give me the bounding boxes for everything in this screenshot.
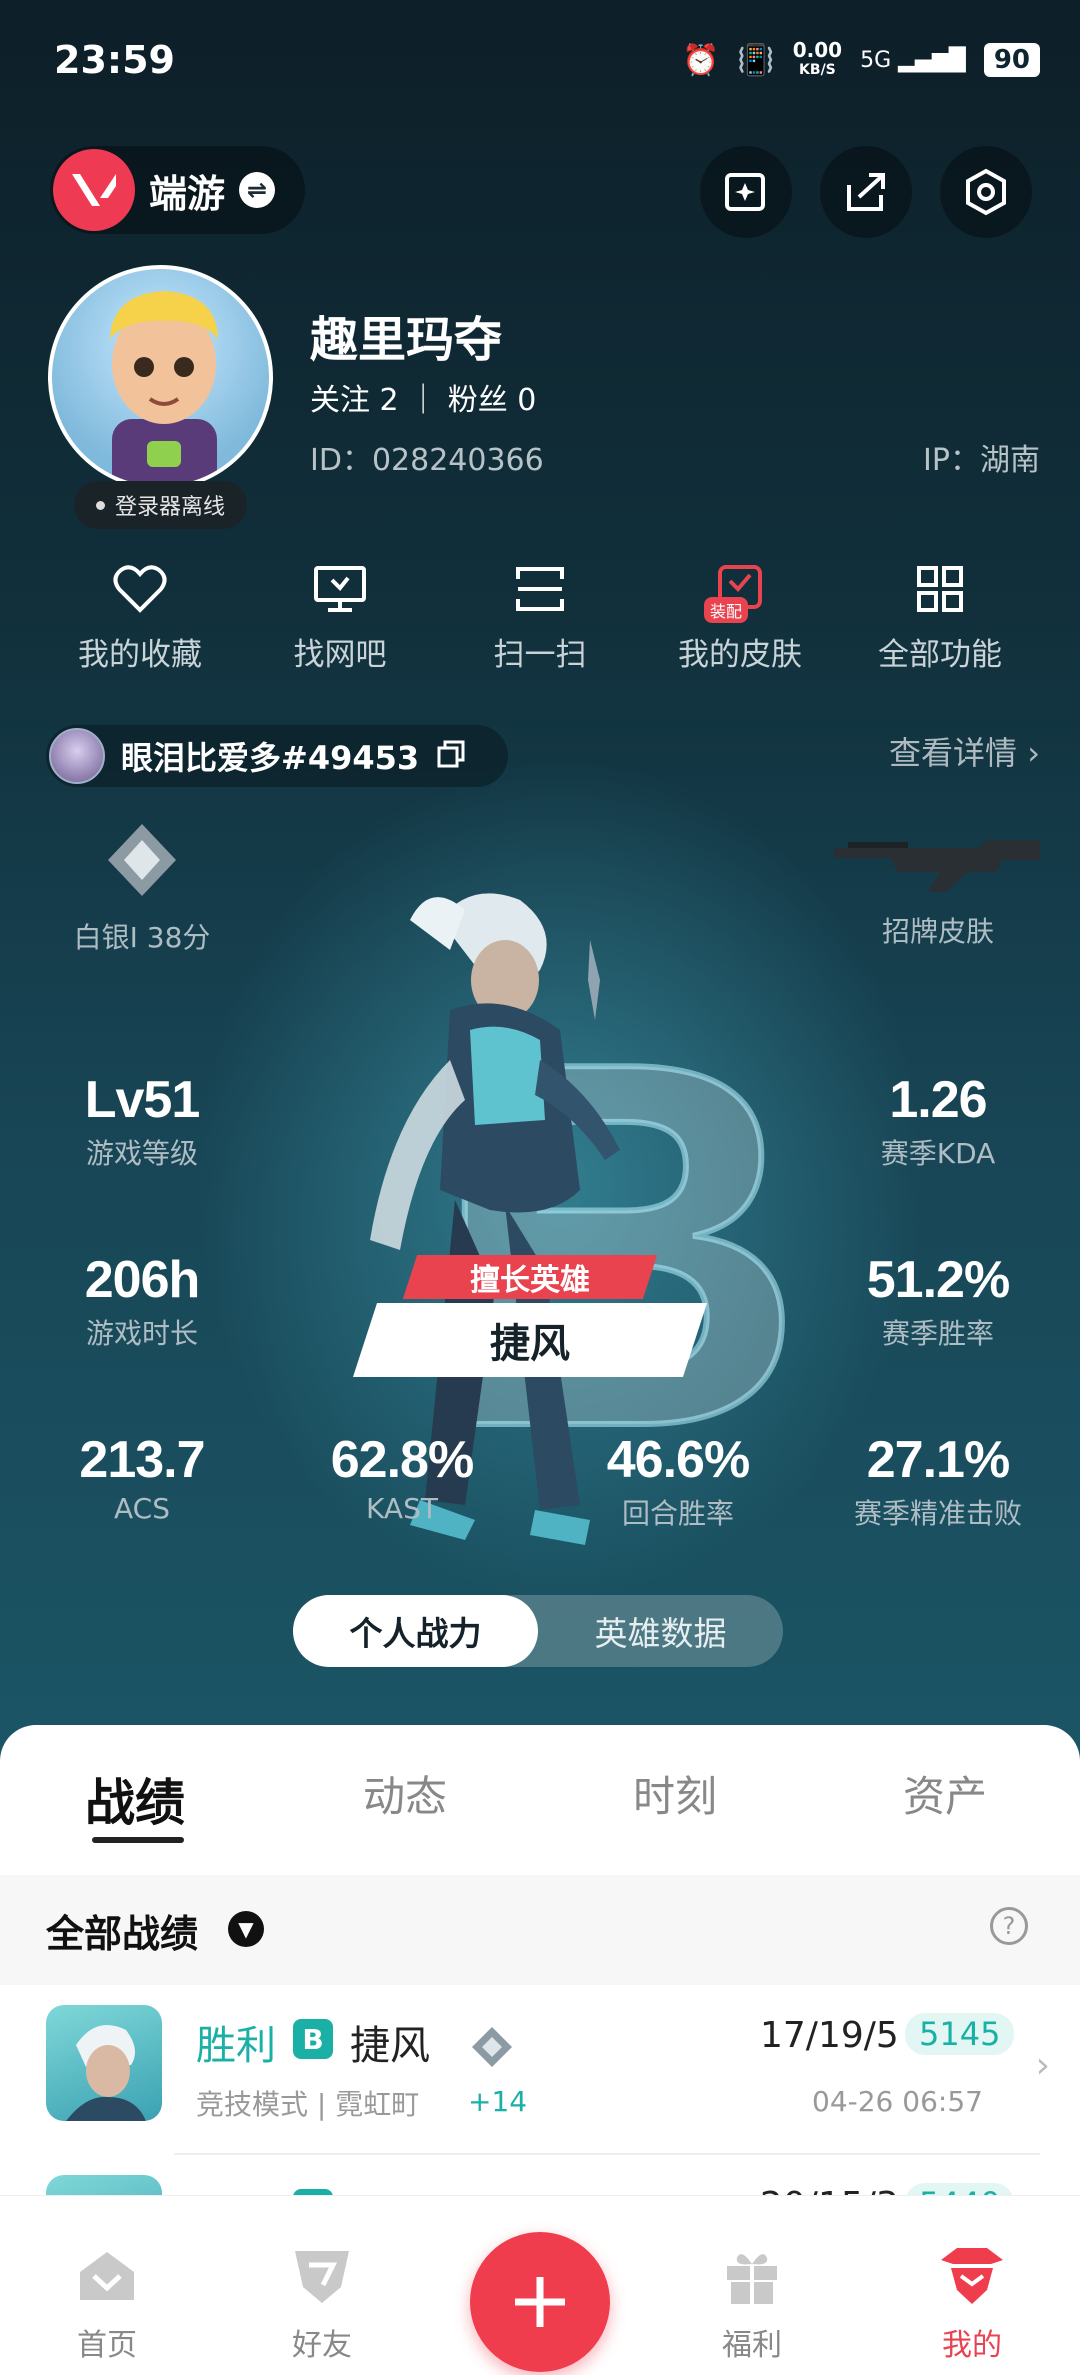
share-icon <box>847 173 885 211</box>
app-switcher[interactable]: 端游 ⇌ <box>50 146 305 234</box>
share-button[interactable] <box>820 146 912 238</box>
create-post-button[interactable] <box>470 2232 610 2372</box>
quick-action-scan[interactable]: 扫一扫 <box>440 555 640 685</box>
stat-acs: 213.7 ACS <box>79 1431 205 1525</box>
net-speed: 0.00 KB/S <box>792 38 843 78</box>
friends-icon <box>242 2236 402 2316</box>
best-hero-banner[interactable]: 擅长英雄 捷风 <box>352 1255 708 1385</box>
equip-badge: 装配 <box>704 597 749 623</box>
mission-button[interactable] <box>700 146 792 238</box>
match-time: 04-26 06:57 <box>812 2085 983 2118</box>
scan-icon <box>440 555 640 623</box>
help-icon[interactable]: ? <box>990 1907 1028 1945</box>
heart-icon <box>40 555 240 623</box>
stats-panel: B 白银I 38分 招牌皮肤 Lv51 游戏等级 1.26 赛季KDA 206h… <box>0 820 1080 1600</box>
copy-icon[interactable] <box>435 738 467 774</box>
profile-header: 登录器离线 趣里玛夺 关注 2 ｜ 粉丝 0 ID：028240366 IP：湖… <box>48 265 1040 535</box>
best-hero-name: 捷风 <box>352 1303 708 1377</box>
match-kda: 17/19/5 <box>760 2015 899 2056</box>
stat-playtime: 206h 游戏时长 <box>84 1251 201 1350</box>
quick-action-netcafe[interactable]: 找网吧 <box>240 555 440 685</box>
tab-assets[interactable]: 资产 <box>810 1725 1080 1865</box>
avatar[interactable] <box>48 265 273 490</box>
mission-icon <box>725 173 765 211</box>
gift-icon <box>672 2236 832 2316</box>
game-account-pill[interactable]: 眼泪比爱多#49453 <box>46 725 508 787</box>
quick-action-all[interactable]: 全部功能 <box>840 555 1040 685</box>
match-rank-change: +14 <box>468 2085 528 2118</box>
nav-friends[interactable]: 好友 <box>242 2196 402 2375</box>
rank-diamond-icon <box>108 824 176 896</box>
user-id: ID：028240366 <box>310 443 544 478</box>
match-mode: 竞技模式 | 霓虹町 <box>196 2088 420 2121</box>
stat-level: Lv51 游戏等级 <box>84 1071 201 1170</box>
signal-icon: 5G ▂▄▆█ <box>860 47 966 73</box>
segment-personal-power[interactable]: 个人战力 <box>293 1595 538 1667</box>
status-dot-icon <box>96 500 105 510</box>
segment-hero-data[interactable]: 英雄数据 <box>538 1595 783 1667</box>
quick-actions: 我的收藏 找网吧 扫一扫 装配 我的皮肤 全部功能 <box>40 555 1040 685</box>
agent-thumbnail <box>46 2005 162 2121</box>
best-hero-tag: 擅长英雄 <box>402 1255 658 1299</box>
stat-precision-kill: 27.1% 赛季精准击败 <box>853 1431 1022 1530</box>
status-time: 23:59 <box>54 38 175 82</box>
view-detail-link[interactable]: 查看详情 › <box>889 728 1040 774</box>
launcher-status-badge: 登录器离线 <box>74 481 248 529</box>
swap-icon: ⇌ <box>239 172 276 208</box>
account-name: 眼泪比爱多#49453 <box>121 739 420 777</box>
grid-icon <box>840 555 1040 623</box>
top-bar: 端游 ⇌ <box>50 140 1040 240</box>
stat-winrate: 51.2% 赛季胜率 <box>866 1251 1010 1350</box>
chevron-down-icon[interactable]: ▼ <box>228 1911 264 1947</box>
plus-icon <box>515 2277 565 2327</box>
stat-signature-skin[interactable]: 招牌皮肤 <box>828 820 1048 950</box>
match-score-badge: 5145 <box>905 2013 1015 2055</box>
battery-indicator: 90 <box>983 43 1040 77</box>
nav-home[interactable]: 首页 <box>27 2196 187 2375</box>
tab-moments[interactable]: 时刻 <box>540 1725 810 1865</box>
status-icons: ⏰ 📳 0.00 KB/S 5G ▂▄▆█ 90 <box>682 40 1040 80</box>
stat-kast: 62.8% KAST <box>330 1431 474 1525</box>
vibrate-icon: 📳 <box>737 42 775 78</box>
quick-action-skins[interactable]: 装配 我的皮肤 <box>640 555 840 685</box>
profile-icon <box>892 2236 1052 2316</box>
content-tabs: 战绩 动态 时刻 资产 <box>0 1725 1080 1865</box>
alarm-icon: ⏰ <box>682 42 720 78</box>
tab-records[interactable]: 战绩 <box>0 1725 270 1865</box>
match-row[interactable]: 胜利 B 捷风 竞技模式 | 霓虹町 +14 17/19/5 5145 04-2… <box>0 1985 1080 2155</box>
nav-me[interactable]: 我的 <box>892 2196 1052 2375</box>
home-icon <box>27 2236 187 2316</box>
settings-button[interactable] <box>940 146 1032 238</box>
records-filter-label[interactable]: 全部战绩 <box>46 1903 198 1958</box>
rank-diamond-icon <box>472 2027 512 2067</box>
stat-round-winrate: 46.6% 回合胜率 <box>606 1431 750 1530</box>
app-name: 端游 <box>149 171 226 216</box>
stats-segment-toggle: 个人战力 英雄数据 <box>293 1595 783 1667</box>
account-avatar <box>49 728 105 784</box>
match-result: 胜利 <box>196 2023 276 2069</box>
stat-kda: 1.26 赛季KDA <box>880 1071 996 1170</box>
nav-welfare[interactable]: 福利 <box>672 2196 832 2375</box>
ip-location: IP：湖南 <box>923 443 1040 478</box>
quick-action-favorites[interactable]: 我的收藏 <box>40 555 240 685</box>
tab-underline <box>92 1837 184 1843</box>
bottom-nav: 首页 好友 福利 我的 <box>0 2195 1080 2375</box>
nickname: 趣里玛夺 <box>310 312 503 368</box>
rifle-skin-icon <box>834 840 1040 892</box>
match-agent: 捷风 <box>350 2023 430 2069</box>
chevron-right-icon: › <box>1035 2045 1050 2086</box>
stat-rank[interactable]: 白银I 38分 <box>32 820 252 956</box>
follow-stats[interactable]: 关注 2 ｜ 粉丝 0 <box>310 375 536 419</box>
grade-badge: B <box>293 2019 333 2059</box>
tab-feed[interactable]: 动态 <box>270 1725 540 1865</box>
monitor-icon <box>240 555 440 623</box>
records-filter-row: 全部战绩 ▼ ? <box>0 1875 1080 1985</box>
status-bar: 23:59 ⏰ 📳 0.00 KB/S 5G ▂▄▆█ 90 <box>0 0 1080 130</box>
settings-icon <box>966 168 1006 216</box>
valorant-logo-icon <box>53 149 135 231</box>
